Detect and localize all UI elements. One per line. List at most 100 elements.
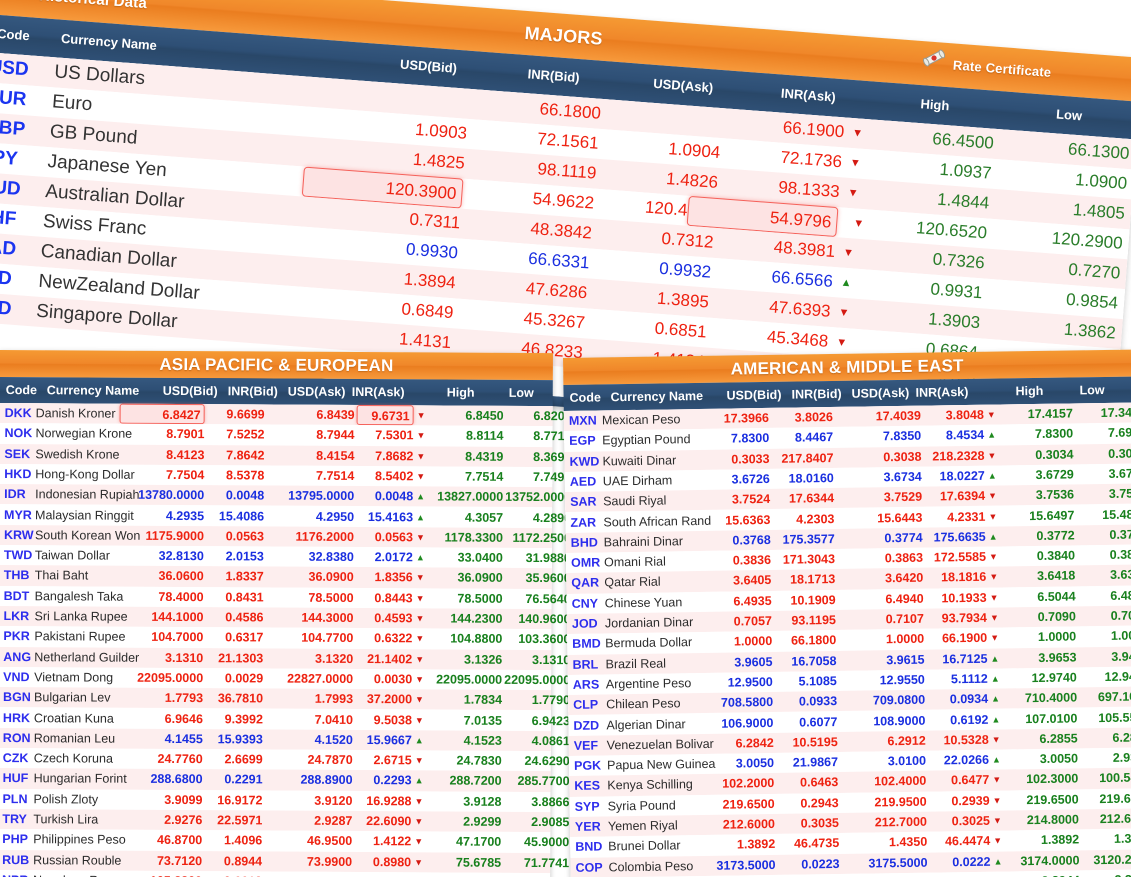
majors-currency-code: USD xyxy=(0,56,30,81)
american-currency-code: SYP xyxy=(574,799,600,814)
asia-inr-bid: 0.6618 xyxy=(204,871,262,877)
american-high: 107.0100 xyxy=(1025,710,1078,726)
trend-down-icon: ▼ xyxy=(986,409,996,420)
asia-high: 4.3057 xyxy=(464,510,504,525)
american-currency-name: Brunei Dollar xyxy=(608,838,681,854)
asia-col-name: Currency Name xyxy=(46,383,140,398)
trend-down-icon: ▼ xyxy=(416,410,426,421)
american-usd-bid: 1.0000 xyxy=(733,634,773,649)
majors-currency-code: SGD xyxy=(0,295,13,320)
american-low: 697.1600 xyxy=(1097,689,1131,705)
american-usd-ask: 1.0000 xyxy=(885,631,925,647)
asia-usd-bid: 6.8427 xyxy=(119,403,205,425)
asia-currency-name: Turkish Lira xyxy=(33,812,99,827)
american-currency-name: Kenya Schilling xyxy=(607,777,693,793)
majors-currency-code: JPY xyxy=(0,146,19,170)
asia-high: 13827.0000 xyxy=(437,489,504,504)
american-usd-ask: 212.7000 xyxy=(874,814,928,830)
asia-inr-ask: 9.6731 xyxy=(356,404,414,426)
american-inr-ask: 22.0266 xyxy=(943,752,990,768)
asia-high: 3.1326 xyxy=(464,652,503,667)
asia-low: 7.7493 xyxy=(533,469,572,485)
trend-down-icon: ▼ xyxy=(414,755,424,766)
asia-inr-bid: 9.6699 xyxy=(226,407,265,422)
american-high: 17.4157 xyxy=(1027,406,1073,422)
asia-col-inr-ask: INR(Ask) xyxy=(351,384,405,400)
asia-currency-code: THB xyxy=(3,568,30,583)
american-low: 12.9440 xyxy=(1104,669,1131,684)
american-currency-name: Chilean Peso xyxy=(606,696,681,712)
asia-low: 35.9600 xyxy=(525,571,571,586)
american-usd-bid: 0.7057 xyxy=(733,613,773,629)
asia-currency-name: Thai Baht xyxy=(34,568,89,583)
american-inr-bid: 4.2303 xyxy=(796,511,835,527)
asia-inr-ask: 1.8356 xyxy=(374,570,413,585)
asia-inr-ask: 9.5038 xyxy=(373,712,412,727)
asia-high: 47.1700 xyxy=(456,834,502,850)
asia-inr-bid: 2.6699 xyxy=(224,752,263,767)
asia-low: 76.5640 xyxy=(525,591,571,606)
asia-usd-ask: 46.9500 xyxy=(307,834,353,849)
trend-down-icon: ▼ xyxy=(990,632,1000,643)
asia-usd-bid: 36.0600 xyxy=(158,569,204,584)
trend-down-icon: ▼ xyxy=(416,450,426,461)
asia-high: 33.0400 xyxy=(457,550,503,565)
trend-down-icon: ▼ xyxy=(989,612,999,623)
trend-down-icon: ▼ xyxy=(415,532,425,543)
trend-down-icon: ▼ xyxy=(416,471,426,482)
american-currency-name: Jordanian Dinar xyxy=(604,615,694,631)
american-low: 2.3944 xyxy=(1083,869,1131,877)
american-inr-ask: 8.4534 xyxy=(945,428,985,443)
trend-up-icon: ▲ xyxy=(987,429,997,441)
american-currency-code: ARS xyxy=(572,677,600,692)
asia-inr-bid: 7.5252 xyxy=(226,427,265,442)
majors-currency-code: CAD xyxy=(0,235,17,260)
american-high: 0.7090 xyxy=(1037,609,1076,624)
american-high: 12.9740 xyxy=(1031,670,1077,685)
asia-low: 140.9600 xyxy=(518,611,571,627)
scroll-certificate-icon xyxy=(920,41,947,87)
american-inr-ask: 46.4474 xyxy=(944,834,991,849)
asia-high: 288.7200 xyxy=(449,773,502,789)
asia-low: 4.0861 xyxy=(531,733,570,748)
asia-usd-bid: 144.1000 xyxy=(151,609,204,625)
asia-usd-bid: 3.9099 xyxy=(164,792,203,807)
asia-usd-ask: 7.0410 xyxy=(314,712,353,727)
asia-usd-ask: 36.0900 xyxy=(308,570,354,585)
american-usd-ask: 6.2912 xyxy=(887,733,926,749)
trend-down-icon: ▼ xyxy=(414,836,424,847)
trend-down-icon: ▼ xyxy=(415,674,425,685)
historical-data-screen: Historical Data MAJORS Rate Certificate xyxy=(0,0,1131,877)
american-inr-bid: 0.2943 xyxy=(800,795,839,811)
american-usd-bid: 0.3033 xyxy=(731,451,770,467)
american-currency-code: ZAR xyxy=(570,515,597,530)
trend-down-icon: ▼ xyxy=(415,694,425,705)
asia-inr-bid: 0.8944 xyxy=(223,853,263,869)
asia-inr-ask: 0.6251 xyxy=(354,872,411,877)
majors-currency-code: GBP xyxy=(0,116,26,141)
asia-low: 285.7700 xyxy=(517,774,570,789)
asia-currency-name: Taiwan Dollar xyxy=(34,548,110,563)
american-low: 0.3835 xyxy=(1109,547,1131,563)
trend-down-icon: ▼ xyxy=(989,592,999,603)
asia-currency-code: ANG xyxy=(3,649,32,664)
american-high: 6.2855 xyxy=(1039,731,1078,746)
asia-high: 4.1523 xyxy=(463,733,502,748)
american-usd-bid: 3173.5000 xyxy=(716,857,776,873)
majors-currency-code: CHF xyxy=(0,205,18,230)
trend-up-icon: ▲ xyxy=(415,552,425,563)
asia-usd-ask: 288.8900 xyxy=(300,773,353,788)
asia-inr-bid: 7.8642 xyxy=(226,447,265,463)
asia-inr-bid: 0.2291 xyxy=(224,772,263,787)
american-usd-ask: 0.3774 xyxy=(884,530,923,546)
asia-currency-code: PLN xyxy=(2,791,28,806)
asia-high: 22095.0000 xyxy=(436,672,503,687)
american-currency-code: YER xyxy=(574,819,601,834)
american-low: 105.5500 xyxy=(1098,709,1131,725)
asia-low: 45.9000 xyxy=(524,835,570,850)
american-inr-ask: 218.2328 xyxy=(932,448,985,464)
american-low: 15.4897 xyxy=(1102,506,1131,522)
asia-high: 105.9900 xyxy=(429,872,501,877)
asia-inr-ask: 15.4163 xyxy=(367,509,414,524)
trend-down-icon: ▼ xyxy=(414,856,424,867)
